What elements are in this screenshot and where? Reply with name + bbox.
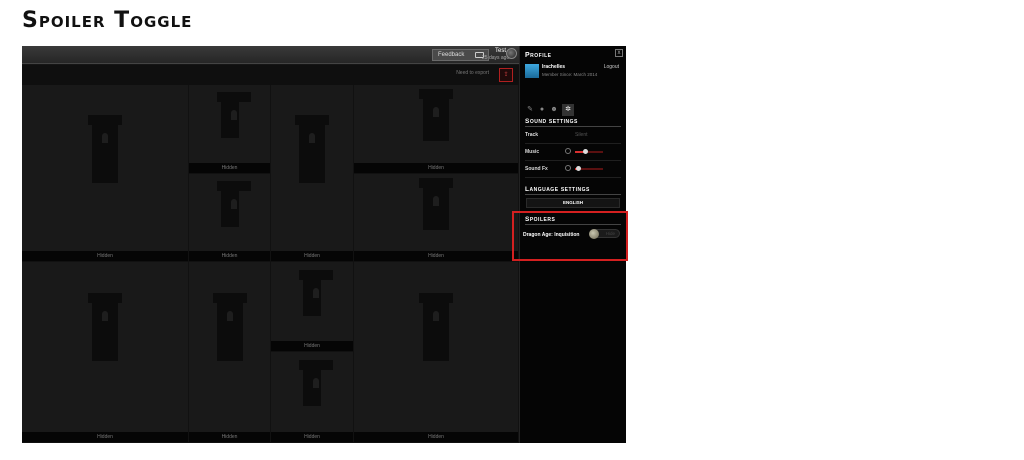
sfx-slider-knob[interactable] <box>575 166 581 171</box>
profile-tabs: ✎ ● ☻ ✲ <box>526 98 616 116</box>
tower-icon <box>212 293 247 362</box>
divider <box>525 224 621 225</box>
spoilers-title: Spoilers <box>525 216 556 223</box>
divider <box>525 126 621 127</box>
card-caption: Hidden <box>354 432 518 442</box>
profile-panel: Profile x Irachelles Member Since: March… <box>519 46 626 443</box>
tower-icon <box>88 293 122 362</box>
card-caption: Hidden <box>271 251 353 261</box>
tower-icon <box>216 181 251 228</box>
sfx-setting: Sound Fx <box>525 162 621 178</box>
member-since: Member Since: March 2014 <box>542 72 598 77</box>
tower-icon <box>88 114 122 183</box>
track-label: Track <box>525 132 539 138</box>
sfx-mute-icon[interactable] <box>565 165 571 171</box>
tower-icon <box>419 178 453 231</box>
card-caption: Hidden <box>22 251 188 261</box>
profile-name: Irachelles <box>542 64 566 70</box>
tower-icon <box>419 89 453 142</box>
card-tile[interactable]: Hidden <box>22 262 189 443</box>
spoiler-toggle-knob[interactable] <box>589 229 599 239</box>
card-caption: Hidden <box>354 251 518 261</box>
page-heading: Spoiler Toggle <box>22 8 193 33</box>
card-caption: Hidden <box>189 432 270 442</box>
card-caption: Hidden <box>271 341 353 351</box>
track-icon <box>565 131 571 137</box>
sfx-label: Sound Fx <box>525 166 548 172</box>
language-settings-title: Language settings <box>525 186 590 193</box>
card-tile[interactable]: Hidden <box>271 352 354 443</box>
tower-icon <box>419 293 453 362</box>
card-tile[interactable]: Hidden <box>354 262 519 443</box>
card-tile[interactable]: Hidden <box>189 85 271 174</box>
tower-icon <box>216 92 251 139</box>
music-slider-knob[interactable] <box>582 149 588 154</box>
logout-link[interactable]: Logout <box>604 64 619 70</box>
user-info[interactable]: Test 25 days ago <box>482 48 510 61</box>
language-select[interactable]: ENGLISH <box>526 198 620 208</box>
sound-settings-title: Sound settings <box>525 118 578 125</box>
tower-icon <box>295 114 329 183</box>
card-caption: Hidden <box>189 251 270 261</box>
spoiler-toggle[interactable]: Hide <box>589 229 620 239</box>
tab-settings-icon[interactable]: ✲ <box>562 104 574 116</box>
card-tile[interactable]: Hidden <box>354 85 519 174</box>
music-mute-icon[interactable] <box>565 148 571 154</box>
card-caption: Hidden <box>354 163 518 173</box>
track-value[interactable]: Silent <box>575 132 588 138</box>
app-window: Feedback Test 25 days ago Need to export… <box>22 46 626 443</box>
tab-friends-icon[interactable]: ☻ <box>550 106 558 114</box>
top-bar: Feedback Test 25 days ago <box>22 46 519 64</box>
music-label: Music <box>525 149 540 155</box>
tower-icon <box>299 269 333 316</box>
card-tile[interactable]: Hidden <box>271 262 354 352</box>
card-tile[interactable]: Hidden <box>22 85 189 262</box>
user-name: Test <box>494 48 506 54</box>
music-slider[interactable] <box>575 149 603 154</box>
profile-title: Profile <box>525 52 552 59</box>
user-last-seen: 25 days ago <box>482 55 510 61</box>
sub-bar: Need to export ⇪ <box>22 65 519 85</box>
close-button[interactable]: x <box>615 49 623 57</box>
card-tile[interactable]: Hidden <box>354 174 519 262</box>
spoiler-item-label: Dragon Age: Inquisition <box>523 232 580 238</box>
feedback-label: Feedback <box>438 52 465 58</box>
card-tile[interactable]: Hidden <box>189 262 271 443</box>
divider <box>525 194 621 195</box>
profile-avatar <box>525 64 539 78</box>
card-tile[interactable]: Hidden <box>271 85 354 262</box>
avatar[interactable] <box>506 48 517 59</box>
sfx-slider[interactable] <box>575 166 603 171</box>
track-setting: Track Silent <box>525 128 621 144</box>
export-label: Need to export <box>456 70 489 76</box>
tab-achievements-icon[interactable]: ✎ <box>526 106 534 114</box>
card-grid: Hidden Hidden Hidden Hidden Hidden Hidde… <box>22 85 519 443</box>
export-icon[interactable]: ⇪ <box>499 68 513 82</box>
card-tile[interactable]: Hidden <box>189 174 271 262</box>
tower-icon <box>299 360 333 407</box>
card-caption: Hidden <box>271 432 353 442</box>
music-setting: Music <box>525 145 621 161</box>
spoiler-state: Hide <box>605 231 615 236</box>
tab-chat-icon[interactable]: ● <box>538 106 546 114</box>
card-caption: Hidden <box>189 163 270 173</box>
card-caption: Hidden <box>22 432 188 442</box>
feedback-button[interactable]: Feedback <box>432 49 489 61</box>
